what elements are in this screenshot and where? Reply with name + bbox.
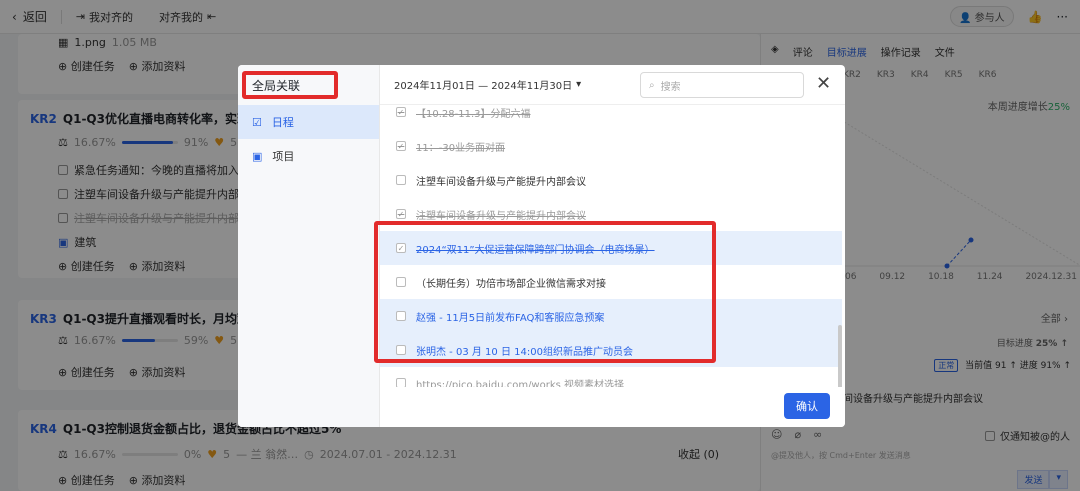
list-item[interactable]: https://pico.baidu.com/works 视频素材选择 — [380, 373, 842, 387]
item-checkbox[interactable]: ✓ — [396, 209, 406, 219]
sidebar-item-schedule[interactable]: ☑ 日程 — [238, 105, 379, 139]
item-checkbox[interactable] — [396, 175, 406, 185]
dialog-content: 2024年11月01日 — 2024年11月30日 ▾ ⌕ 搜索 ✕ ✓ 【10… — [374, 65, 845, 427]
project-board-icon: ▣ — [252, 149, 263, 163]
annotation-highlight-box — [374, 221, 716, 363]
dialog-sidebar: 全局关联 ☑ 日程 ▣ 项目 — [238, 65, 380, 427]
calendar-check-icon: ☑ — [252, 115, 262, 129]
close-icon[interactable]: ✕ — [816, 75, 831, 93]
dialog-footer: 确认 — [380, 387, 845, 427]
scrollbar[interactable] — [838, 325, 842, 387]
item-checkbox[interactable]: ✓ — [396, 107, 406, 117]
confirm-button[interactable]: 确认 — [784, 393, 830, 419]
list-item[interactable]: ✓ 11：-30业务面对面 — [380, 129, 842, 163]
search-input[interactable]: ⌕ 搜索 — [640, 72, 804, 98]
item-checkbox[interactable] — [396, 378, 406, 387]
list-item[interactable]: 注塑车间设备升级与产能提升内部会议 — [380, 163, 842, 197]
global-link-dialog: 全局关联 ☑ 日程 ▣ 项目 2024年11月01日 — 2024年11月30日… — [238, 65, 845, 427]
item-checkbox[interactable]: ✓ — [396, 141, 406, 151]
date-range-picker[interactable]: 2024年11月01日 — 2024年11月30日 ▾ — [394, 77, 581, 92]
sidebar-item-project[interactable]: ▣ 项目 — [238, 139, 379, 173]
list-item[interactable]: ✓ 【10.28-11.3】分配六福 — [380, 105, 842, 129]
caret-down-icon: ▾ — [576, 79, 582, 90]
annotation-highlight-box — [242, 71, 338, 99]
search-icon: ⌕ — [649, 79, 655, 91]
dialog-header: 2024年11月01日 — 2024年11月30日 ▾ ⌕ 搜索 ✕ — [380, 65, 845, 105]
